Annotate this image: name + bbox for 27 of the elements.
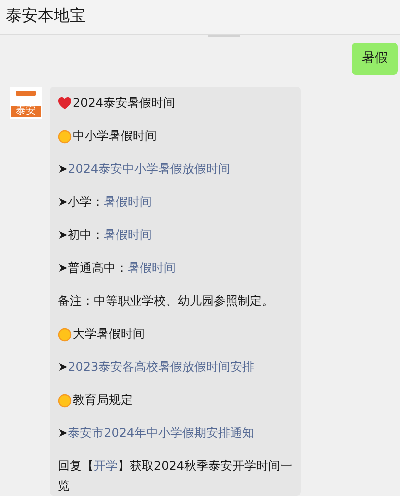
avatar-logo: 泰安 bbox=[10, 87, 42, 119]
text-link[interactable]: 暑假时间 bbox=[104, 228, 152, 242]
chat-title: 泰安本地宝 bbox=[6, 6, 86, 28]
sun-icon bbox=[58, 394, 72, 408]
heart-icon bbox=[58, 97, 72, 110]
text-link[interactable]: 开学 bbox=[94, 459, 118, 473]
message-text: ➤2023泰安各高校暑假放假时间安排 bbox=[58, 359, 255, 376]
message-text: 2024泰安暑假时间 bbox=[73, 95, 176, 112]
text-link[interactable]: 2024泰安中小学暑假放假时间 bbox=[68, 162, 231, 176]
text-link[interactable]: 暑假时间 bbox=[104, 195, 152, 209]
message-text: ➤普通高中：暑假时间 bbox=[58, 260, 176, 277]
text-link[interactable]: 2023泰安各高校暑假放假时间安排 bbox=[68, 360, 255, 374]
sun-icon bbox=[58, 130, 72, 144]
message-text: ➤2024泰安中小学暑假放假时间 bbox=[58, 161, 231, 178]
sun-icon bbox=[58, 328, 72, 342]
logo-icon bbox=[15, 90, 37, 98]
message-text: ➤泰安市2024年中小学假期安排通知 bbox=[58, 425, 255, 442]
text-link[interactable]: 泰安市2024年中小学假期安排通知 bbox=[68, 426, 255, 440]
message-text: 中小学暑假时间 bbox=[73, 128, 157, 145]
text-link[interactable]: 暑假时间 bbox=[128, 261, 176, 275]
message-text: ➤小学：暑假时间 bbox=[58, 194, 152, 211]
message-text: 大学暑假时间 bbox=[73, 326, 145, 343]
message-text: 教育局规定 bbox=[73, 392, 133, 409]
message-text: 回复【开学】获取2024秋季泰安开学时间一览 bbox=[58, 458, 293, 495]
message-text: 备注：中等职业学校、幼儿园参照制定。 bbox=[58, 293, 274, 310]
message-bubble: 暑假 bbox=[352, 43, 398, 75]
message-text: ➤初中：暑假时间 bbox=[58, 227, 152, 244]
